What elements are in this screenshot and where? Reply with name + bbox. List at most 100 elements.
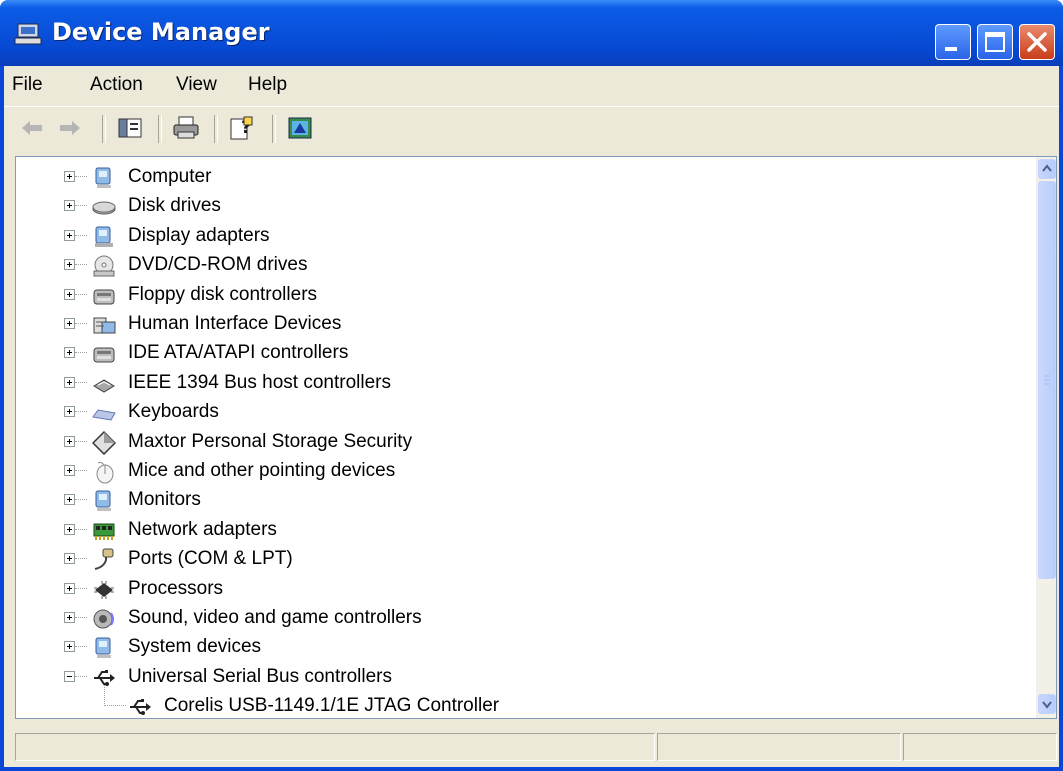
window-title: Device Manager [52, 18, 270, 46]
tree-item-ide-ata-atapi-controllers[interactable]: IDE ATA/ATAPI controllers [16, 340, 1031, 368]
scroll-down-button[interactable] [1038, 694, 1056, 714]
scroll-up-button[interactable] [1038, 159, 1056, 179]
close-icon [1027, 32, 1047, 52]
tree-item-monitors[interactable]: Monitors [16, 487, 1031, 515]
device-manager-window: Device Manager File Action View Help ? C… [0, 0, 1063, 771]
tree-item-label: IDE ATA/ATAPI controllers [128, 342, 349, 364]
tree-item-processors[interactable]: Processors [16, 576, 1031, 604]
tree-connector [75, 381, 87, 383]
window-client-area: File Action View Help ? Computer Disk dri… [4, 66, 1059, 767]
monitor-icon [95, 490, 111, 512]
menu-file[interactable]: File [12, 74, 43, 96]
tree-item-label: DVD/CD-ROM drives [128, 254, 308, 276]
expand-toggle[interactable] [64, 523, 75, 535]
update-driver-icon[interactable] [286, 115, 314, 141]
tree-connector [75, 176, 87, 177]
tree-connector [75, 205, 87, 207]
tree-item-system-devices[interactable]: System devices [16, 634, 1031, 662]
tree-item-label: Sound, video and game controllers [128, 607, 422, 628]
back-arrow-icon[interactable] [18, 115, 46, 141]
print-icon[interactable] [172, 115, 200, 141]
menu-help[interactable]: Help [248, 74, 287, 96]
tree-item-ieee-1394-bus-host-controllers[interactable]: IEEE 1394 Bus host controllers [16, 370, 1031, 398]
diamond-icon [92, 430, 116, 455]
status-bar [15, 729, 1057, 765]
toolbar-separator [272, 115, 276, 143]
tree-item-label: Floppy disk controllers [128, 283, 318, 305]
tree-connector [75, 440, 87, 442]
menu-action[interactable]: Action [90, 74, 143, 96]
tree-item-usb-device[interactable]: Corelis USB-1149.1/1E JTAG Controller [16, 685, 1031, 718]
toolbar: ? [4, 106, 1059, 149]
tree-connector [75, 558, 87, 560]
display-adapter-icon [95, 226, 113, 247]
minimize-button[interactable] [935, 24, 971, 60]
expand-toggle[interactable] [64, 553, 75, 565]
tree-item-display-adapters[interactable]: Display adapters [16, 223, 1031, 251]
tree-connector [104, 705, 126, 707]
tree-connector [75, 411, 87, 413]
tree-item-label: Corelis USB-1149.1/1E JTAG Controller [164, 695, 500, 717]
collapse-toggle[interactable] [64, 670, 75, 682]
tree-item-sound-video-and-game-controllers[interactable]: Sound, video and game controllers [16, 605, 1031, 633]
computer-icon [95, 167, 111, 188]
tree-item-keyboards[interactable]: Keyboards [16, 399, 1031, 427]
expand-toggle[interactable] [64, 494, 75, 506]
expand-toggle[interactable] [64, 406, 75, 418]
tree-connector [75, 264, 87, 266]
expand-toggle[interactable] [64, 435, 75, 447]
expand-toggle[interactable] [64, 376, 75, 388]
tree-connector [75, 528, 87, 530]
grip-icon [1044, 375, 1050, 385]
show-hide-console-tree-icon[interactable] [116, 115, 144, 141]
vertical-scrollbar[interactable] [1036, 157, 1056, 718]
expand-toggle[interactable] [64, 229, 75, 241]
title-bar[interactable]: Device Manager [0, 0, 1063, 66]
expand-toggle[interactable] [64, 259, 75, 271]
expand-toggle[interactable] [64, 318, 75, 329]
expand-toggle[interactable] [64, 582, 75, 594]
expand-toggle[interactable] [64, 347, 75, 359]
controller-icon [93, 289, 115, 305]
tree-item-ports-com-lpt[interactable]: Ports (COM & LPT) [16, 546, 1031, 574]
forward-arrow-icon[interactable] [56, 115, 84, 141]
expand-toggle[interactable] [64, 465, 75, 476]
menu-view[interactable]: View [176, 74, 217, 96]
properties-help-icon[interactable]: ? [228, 115, 256, 141]
port-icon [94, 548, 114, 571]
tree-item-label: IEEE 1394 Bus host controllers [128, 371, 391, 393]
tree-item-universal-serial-bus-controllers[interactable]: Universal Serial Bus controllers [16, 664, 1031, 692]
maximize-button[interactable] [977, 24, 1013, 60]
tree-item-label: Ports (COM & LPT) [128, 548, 293, 570]
device-manager-icon [14, 23, 42, 45]
tree-item-label: Keyboards [128, 401, 219, 423]
close-button[interactable] [1019, 24, 1055, 60]
tree-item-label: Universal Serial Bus controllers [128, 665, 392, 687]
scroll-thumb[interactable] [1038, 181, 1056, 579]
tree-item-label: Human Interface Devices [128, 313, 342, 334]
tree-item-disk-drives[interactable]: Disk drives [16, 193, 1031, 221]
tree-item-maxtor-personal-storage-security[interactable]: Maxtor Personal Storage Security [16, 429, 1031, 457]
expand-toggle[interactable] [64, 171, 75, 182]
tree-item-label: Monitors [128, 489, 201, 511]
status-pane-main [15, 733, 655, 761]
tree-connector [75, 617, 87, 618]
tree-item-dvd-cd-rom-drives[interactable]: DVD/CD-ROM drives [16, 252, 1031, 280]
computer-icon [95, 637, 111, 659]
tree-connector [75, 293, 87, 295]
tree-item-mice-and-other-pointing-devices[interactable]: Mice and other pointing devices [16, 458, 1031, 486]
tree-item-human-interface-devices[interactable]: Human Interface Devices [16, 311, 1031, 339]
expand-toggle[interactable] [64, 612, 75, 623]
expand-toggle[interactable] [64, 288, 75, 300]
tree-connector [75, 352, 87, 354]
expand-toggle[interactable] [64, 641, 75, 653]
processor-icon [94, 580, 114, 599]
tree-item-floppy-disk-controllers[interactable]: Floppy disk controllers [16, 282, 1031, 310]
tree-item-network-adapters[interactable]: Network adapters [16, 517, 1031, 545]
tree-item-label: Disk drives [128, 195, 221, 217]
tree-connector [75, 675, 87, 677]
expand-toggle[interactable] [64, 200, 75, 212]
tree-item-computer[interactable]: Computer [16, 164, 1031, 192]
device-tree[interactable]: Computer Disk drives Display adapters DVD/C… [15, 156, 1057, 719]
hid-icon [93, 317, 116, 334]
